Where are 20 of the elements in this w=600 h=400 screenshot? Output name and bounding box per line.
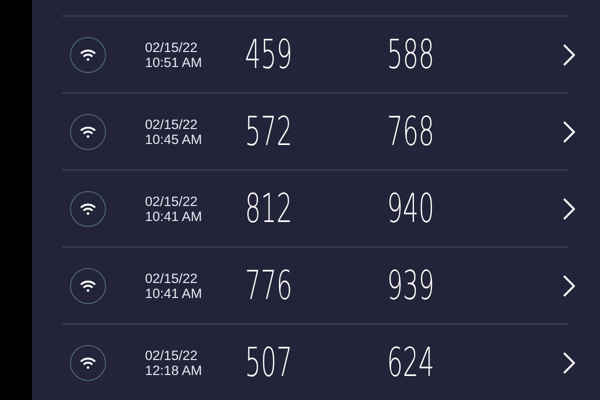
reading-value: 939 <box>387 262 436 308</box>
reading-date: 02/15/22 <box>145 194 199 208</box>
reading-value: 624 <box>387 340 436 386</box>
reading-date: 02/15/22 <box>145 40 199 54</box>
reading-time: 10:41 AM <box>145 208 204 224</box>
reading-time: 10:45 AM <box>145 132 204 146</box>
reading-value: 776 <box>245 262 294 308</box>
reading-value: 588 <box>387 32 436 78</box>
reading-time: 10:41 AM <box>145 286 204 300</box>
reading-value: 812 <box>245 186 294 232</box>
reading-value: 572 <box>245 108 294 154</box>
reading-date: 02/15/22 <box>145 348 199 362</box>
reading-date: 02/15/22 <box>145 116 199 132</box>
reading-date: 02/15/22 <box>145 270 199 286</box>
reading-time: 12:18 AM <box>145 362 204 378</box>
reading-value: 459 <box>245 32 294 78</box>
reading-value: 507 <box>245 340 294 386</box>
reading-value: 768 <box>387 108 436 154</box>
reading-value: 940 <box>387 186 436 232</box>
reading-time: 10:51 AM <box>145 54 204 70</box>
